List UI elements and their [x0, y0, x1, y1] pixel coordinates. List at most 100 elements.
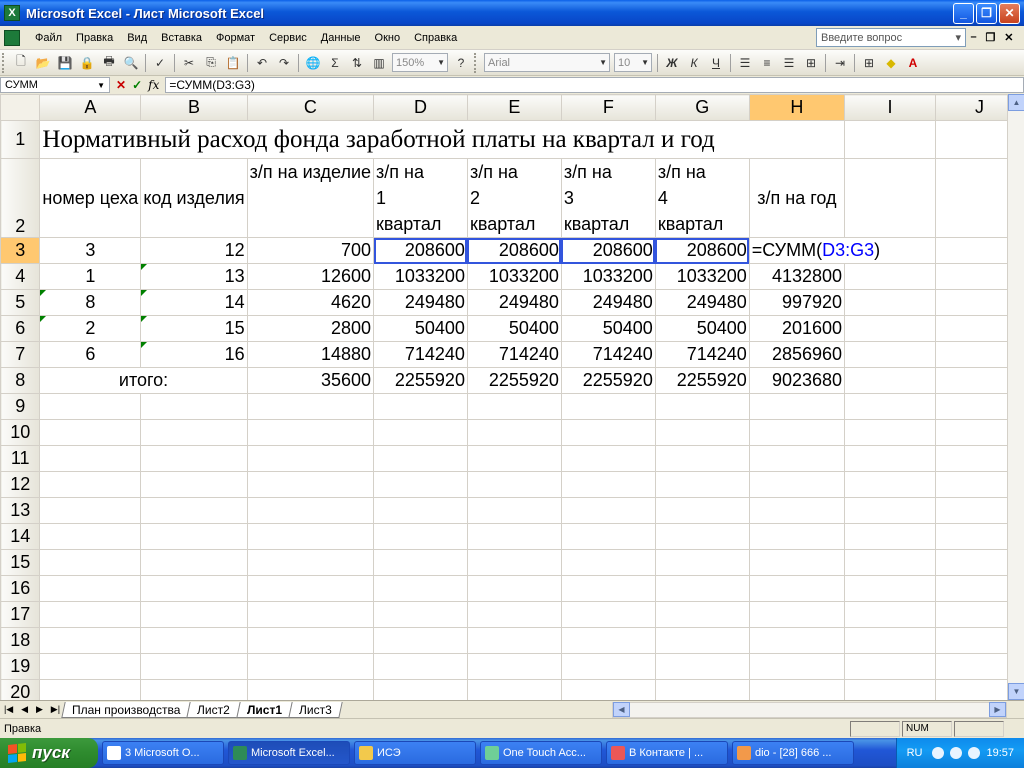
- cell-f6[interactable]: 50400: [560, 315, 656, 342]
- horizontal-scrollbar[interactable]: ◀ ▶: [612, 701, 1007, 718]
- menu-window[interactable]: Окно: [368, 27, 408, 49]
- cell[interactable]: [466, 549, 562, 576]
- cell-h3-editing[interactable]: =СУММ(D3:G3): [748, 237, 936, 264]
- menu-view[interactable]: Вид: [120, 27, 154, 49]
- cell-g8[interactable]: 2255920: [654, 367, 750, 394]
- cell[interactable]: [140, 653, 248, 680]
- cell[interactable]: [39, 523, 142, 550]
- cell-d8[interactable]: 2255920: [373, 367, 468, 394]
- cell[interactable]: [39, 393, 142, 420]
- cell[interactable]: [748, 627, 846, 654]
- cell[interactable]: [466, 419, 562, 446]
- network-icon[interactable]: [950, 747, 963, 759]
- cell[interactable]: [246, 679, 375, 700]
- column-header-b[interactable]: B: [140, 94, 248, 121]
- cell[interactable]: [844, 549, 936, 576]
- cell[interactable]: [654, 549, 750, 576]
- cell[interactable]: [246, 549, 375, 576]
- column-header-d[interactable]: D: [373, 94, 468, 121]
- cell[interactable]: [466, 627, 562, 654]
- tab-sheet3[interactable]: Лист3: [288, 701, 343, 718]
- cell[interactable]: [654, 471, 750, 498]
- cell-e3[interactable]: 208600: [466, 237, 562, 264]
- taskbar-one-touch[interactable]: One Touch Acc...: [480, 741, 602, 765]
- row-header-15[interactable]: 15: [0, 549, 41, 576]
- cell[interactable]: [560, 445, 656, 472]
- copy-icon[interactable]: ⎘: [200, 52, 222, 74]
- cell[interactable]: [844, 315, 936, 342]
- toolbar-grip[interactable]: [2, 52, 6, 73]
- cell[interactable]: [466, 471, 562, 498]
- cell-h8[interactable]: 9023680: [748, 367, 846, 394]
- cell[interactable]: [39, 419, 142, 446]
- cell-a5[interactable]: 8: [39, 289, 142, 316]
- cell-a3[interactable]: 3: [39, 237, 142, 264]
- cell[interactable]: [246, 445, 375, 472]
- close-button[interactable]: ✕: [999, 2, 1020, 24]
- cell-b6[interactable]: 15: [140, 315, 248, 342]
- help-icon[interactable]: ?: [450, 52, 472, 74]
- cell[interactable]: [246, 523, 375, 550]
- cell-a4[interactable]: 1: [39, 263, 142, 290]
- header-workshop-number[interactable]: номер цеха: [39, 158, 142, 238]
- cell[interactable]: [466, 497, 562, 524]
- cell-c3[interactable]: 700: [246, 237, 375, 264]
- cell[interactable]: [560, 419, 656, 446]
- cell[interactable]: [246, 627, 375, 654]
- cell[interactable]: [748, 497, 846, 524]
- cell[interactable]: [373, 549, 468, 576]
- header-salary-per-item[interactable]: з/п на изделие: [246, 158, 375, 238]
- cell-f3[interactable]: 208600: [560, 237, 656, 264]
- last-sheet-icon[interactable]: ▶|: [51, 704, 60, 715]
- column-header-f[interactable]: F: [560, 94, 656, 121]
- doc-restore-button[interactable]: ❐: [986, 31, 996, 44]
- row-header-7[interactable]: 7: [0, 341, 41, 368]
- row-header-6[interactable]: 6: [0, 315, 41, 342]
- cell[interactable]: [39, 575, 142, 602]
- cell[interactable]: [140, 445, 248, 472]
- cell[interactable]: [844, 419, 936, 446]
- spelling-icon[interactable]: ✓: [149, 52, 171, 74]
- cell[interactable]: [39, 497, 142, 524]
- autosum-icon[interactable]: Σ: [324, 52, 346, 74]
- total-label-cell[interactable]: итого:: [39, 367, 248, 394]
- cell-g6[interactable]: 50400: [654, 315, 750, 342]
- taskbar-folder[interactable]: ИСЭ: [354, 741, 476, 765]
- cell-b7[interactable]: 16: [140, 341, 248, 368]
- row-header-17[interactable]: 17: [0, 601, 41, 628]
- fill-color-icon[interactable]: ◆: [880, 52, 902, 74]
- cell[interactable]: [844, 497, 936, 524]
- taskbar-vkontakte[interactable]: В Контакте | ...: [606, 741, 728, 765]
- row-header-3[interactable]: 3: [0, 237, 41, 264]
- scroll-up-icon[interactable]: ▲: [1008, 94, 1024, 111]
- cell[interactable]: [560, 497, 656, 524]
- cell-a6[interactable]: 2: [39, 315, 142, 342]
- cell[interactable]: [844, 653, 936, 680]
- cell-g7[interactable]: 714240: [654, 341, 750, 368]
- cell[interactable]: [373, 419, 468, 446]
- row-header-4[interactable]: 4: [0, 263, 41, 290]
- header-salary-q4[interactable]: з/п на 4 квартал: [654, 158, 750, 238]
- paste-icon[interactable]: 📋: [222, 52, 244, 74]
- cell-f4[interactable]: 1033200: [560, 263, 656, 290]
- taskbar-dio[interactable]: dio - [28] 666 ...: [732, 741, 854, 765]
- print-preview-icon[interactable]: 🔍: [120, 52, 142, 74]
- cell-d5[interactable]: 249480: [373, 289, 468, 316]
- font-name-select[interactable]: Arial ▼: [484, 53, 610, 72]
- cell[interactable]: [39, 471, 142, 498]
- cell[interactable]: [654, 627, 750, 654]
- cell[interactable]: [466, 393, 562, 420]
- volume-icon[interactable]: [968, 747, 981, 759]
- cell[interactable]: [654, 497, 750, 524]
- next-sheet-icon[interactable]: ▶: [36, 704, 43, 715]
- formula-input[interactable]: =СУММ(D3:G3): [165, 77, 1024, 93]
- cell[interactable]: [140, 497, 248, 524]
- scroll-left-icon[interactable]: ◀: [613, 702, 630, 717]
- row-header-11[interactable]: 11: [0, 445, 41, 472]
- cell[interactable]: [466, 679, 562, 700]
- insert-function-icon[interactable]: fx: [148, 78, 159, 92]
- cell[interactable]: [140, 471, 248, 498]
- cell[interactable]: [373, 601, 468, 628]
- undo-icon[interactable]: ↶: [251, 52, 273, 74]
- cell[interactable]: [748, 393, 846, 420]
